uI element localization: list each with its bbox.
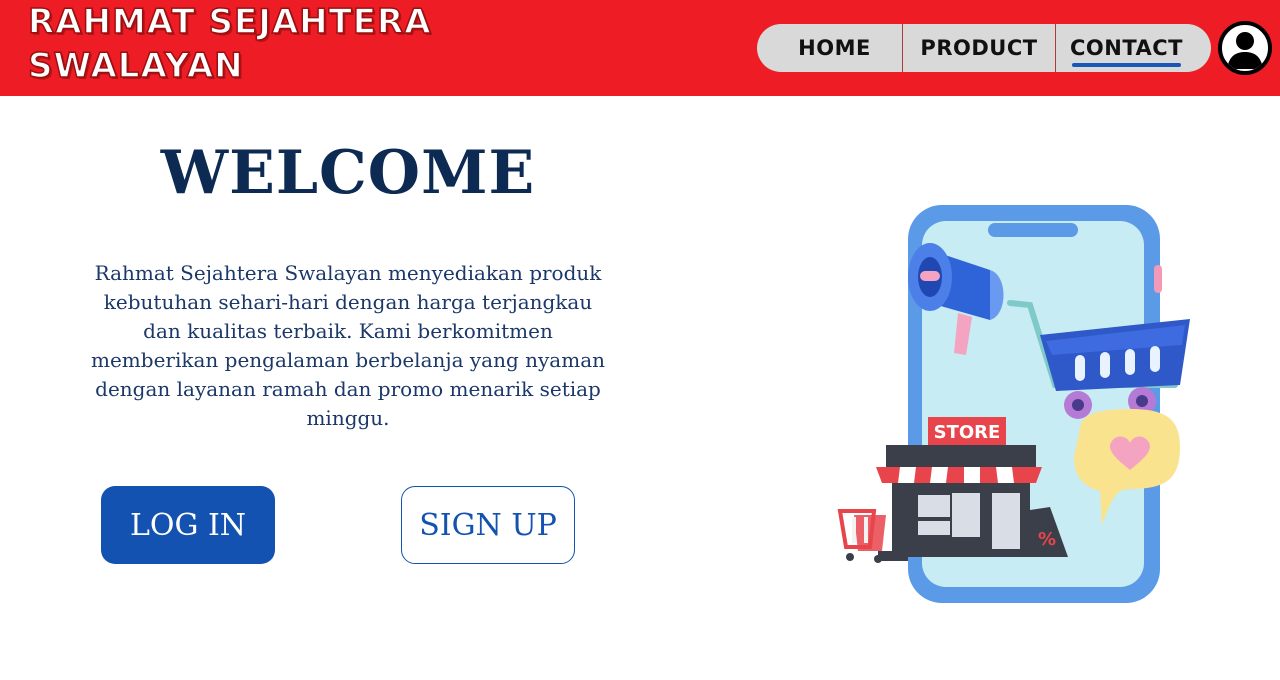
user-icon[interactable] <box>1218 21 1272 75</box>
login-button[interactable]: LOG IN <box>101 486 275 564</box>
store-description: Rahmat Sejahtera Swalayan menyediakan pr… <box>91 261 605 430</box>
nav-item-home[interactable]: HOME <box>757 24 902 72</box>
online-shop-illustration: STORE % <box>830 195 1200 615</box>
brand-line-1: RAHMAT SEJAHTERA <box>27 1 432 43</box>
nav-item-contact[interactable]: CONTACT <box>1055 24 1211 72</box>
store-sign-text: STORE <box>934 422 1001 443</box>
main-nav: HOME PRODUCT CONTACT <box>757 24 1211 72</box>
nav-item-label: CONTACT <box>1069 36 1184 60</box>
brand-logo-text[interactable]: RAHMAT SEJAHTERA SWALAYAN <box>27 0 448 88</box>
discount-tag: % <box>1038 529 1056 550</box>
top-header: RAHMAT SEJAHTERA SWALAYAN HOME PRODUCT C… <box>0 0 1280 96</box>
phone-notch <box>988 223 1078 237</box>
trolley-icon <box>837 509 886 563</box>
nav-item-label: HOME <box>798 36 871 60</box>
welcome-title: WELCOME <box>160 138 536 208</box>
brand-line-2: SWALAYAN <box>27 45 244 87</box>
signup-button[interactable]: SIGN UP <box>401 486 575 564</box>
nav-item-label: PRODUCT <box>920 36 1038 60</box>
nav-item-product[interactable]: PRODUCT <box>902 24 1055 72</box>
